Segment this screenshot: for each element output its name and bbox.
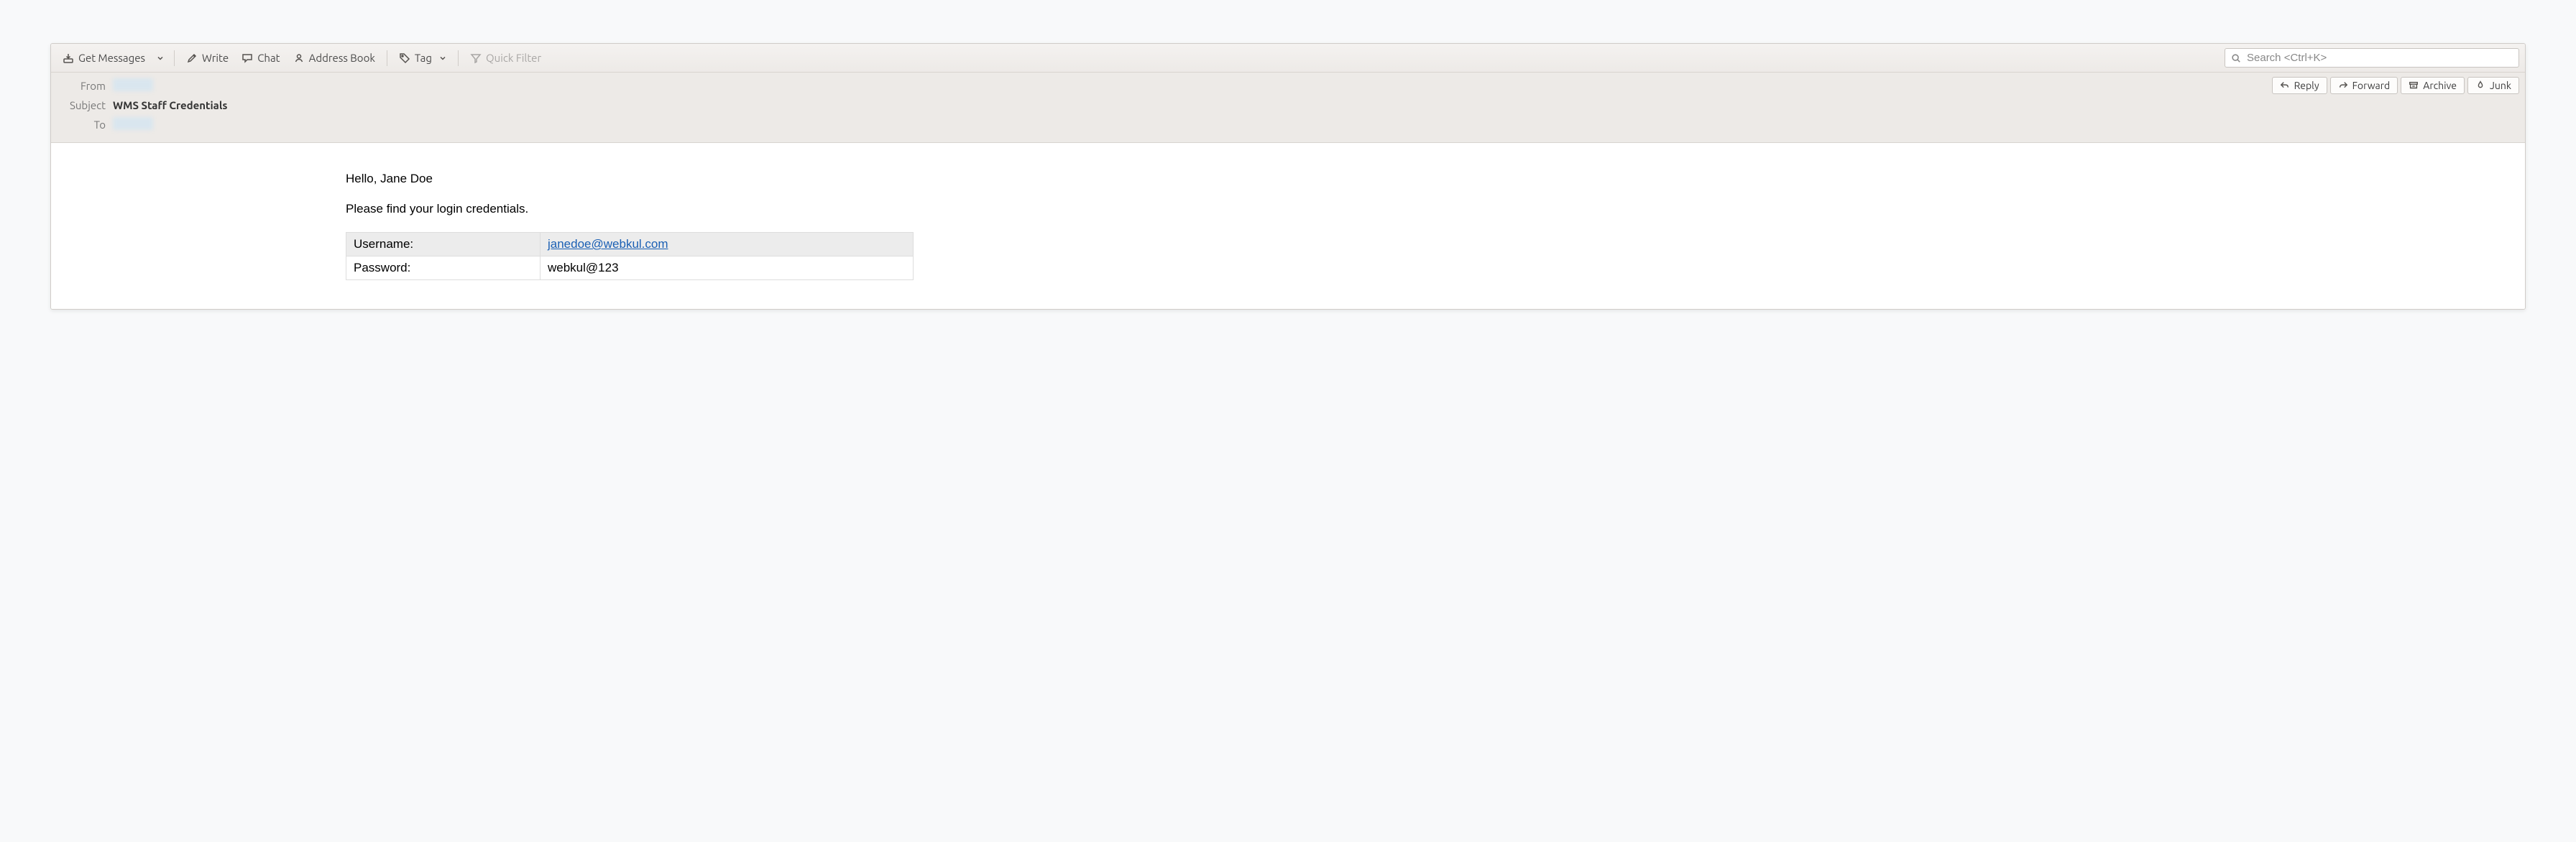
forward-button[interactable]: Forward bbox=[2330, 77, 2398, 94]
archive-button[interactable]: Archive bbox=[2401, 77, 2465, 94]
message-header: Reply Forward Archive Junk bbox=[51, 73, 2525, 143]
filter-icon bbox=[470, 52, 482, 64]
main-toolbar: Get Messages Write Chat Address Book bbox=[51, 44, 2525, 73]
search-box[interactable] bbox=[2225, 48, 2519, 68]
download-icon bbox=[63, 52, 74, 64]
chat-button[interactable]: Chat bbox=[236, 49, 285, 67]
from-value bbox=[113, 78, 153, 93]
tag-button[interactable]: Tag bbox=[393, 49, 452, 67]
reply-icon bbox=[2280, 80, 2290, 91]
reply-label: Reply bbox=[2294, 80, 2319, 91]
forward-icon bbox=[2338, 80, 2348, 91]
subject-value: WMS Staff Credentials bbox=[113, 99, 227, 111]
message-body: Hello, Jane Doe Please find your login c… bbox=[51, 143, 2525, 309]
quick-filter-button[interactable]: Quick Filter bbox=[464, 49, 547, 67]
get-messages-button[interactable]: Get Messages bbox=[57, 49, 151, 67]
quick-filter-label: Quick Filter bbox=[486, 52, 541, 64]
write-label: Write bbox=[202, 52, 229, 64]
body-content: Hello, Jane Doe Please find your login c… bbox=[346, 172, 921, 280]
password-value: webkul@123 bbox=[540, 256, 914, 280]
tag-icon bbox=[399, 52, 410, 64]
archive-icon bbox=[2409, 80, 2419, 91]
search-input[interactable] bbox=[2247, 52, 2513, 64]
chat-icon bbox=[242, 52, 253, 64]
chevron-down-icon bbox=[439, 55, 446, 62]
address-book-label: Address Book bbox=[309, 52, 375, 64]
junk-label: Junk bbox=[2490, 80, 2511, 91]
junk-icon bbox=[2475, 80, 2485, 91]
intro-text: Please find your login credentials. bbox=[346, 202, 921, 216]
subject-row: Subject WMS Staff Credentials bbox=[58, 96, 2518, 114]
tag-label: Tag bbox=[415, 52, 432, 64]
get-messages-label: Get Messages bbox=[78, 52, 145, 64]
subject-label: Subject bbox=[58, 99, 113, 111]
chevron-down-icon bbox=[157, 55, 164, 62]
password-label: Password: bbox=[346, 256, 540, 280]
mail-client-window: Get Messages Write Chat Address Book bbox=[50, 43, 2526, 310]
toolbar-separator bbox=[174, 50, 175, 66]
to-label: To bbox=[58, 119, 113, 131]
address-book-icon bbox=[293, 52, 305, 64]
username-cell: janedoe@webkul.com bbox=[540, 233, 914, 256]
chat-label: Chat bbox=[257, 52, 280, 64]
forward-label: Forward bbox=[2352, 80, 2391, 91]
get-messages-dropdown[interactable] bbox=[152, 52, 168, 65]
write-button[interactable]: Write bbox=[180, 49, 234, 67]
search-icon bbox=[2231, 53, 2241, 63]
table-row: Password: webkul@123 bbox=[346, 256, 914, 280]
from-row: From bbox=[58, 75, 2518, 96]
address-book-button[interactable]: Address Book bbox=[288, 49, 381, 67]
credentials-table: Username: janedoe@webkul.com Password: w… bbox=[346, 232, 914, 280]
pencil-icon bbox=[186, 52, 198, 64]
archive-label: Archive bbox=[2423, 80, 2457, 91]
username-link[interactable]: janedoe@webkul.com bbox=[548, 237, 668, 251]
toolbar-separator bbox=[458, 50, 459, 66]
table-row: Username: janedoe@webkul.com bbox=[346, 233, 914, 256]
to-row: To bbox=[58, 114, 2518, 135]
greeting-text: Hello, Jane Doe bbox=[346, 172, 921, 186]
to-value bbox=[113, 117, 153, 132]
junk-button[interactable]: Junk bbox=[2467, 77, 2519, 94]
message-actions: Reply Forward Archive Junk bbox=[2272, 77, 2519, 94]
reply-button[interactable]: Reply bbox=[2272, 77, 2327, 94]
from-label: From bbox=[58, 80, 113, 92]
username-label: Username: bbox=[346, 233, 540, 256]
